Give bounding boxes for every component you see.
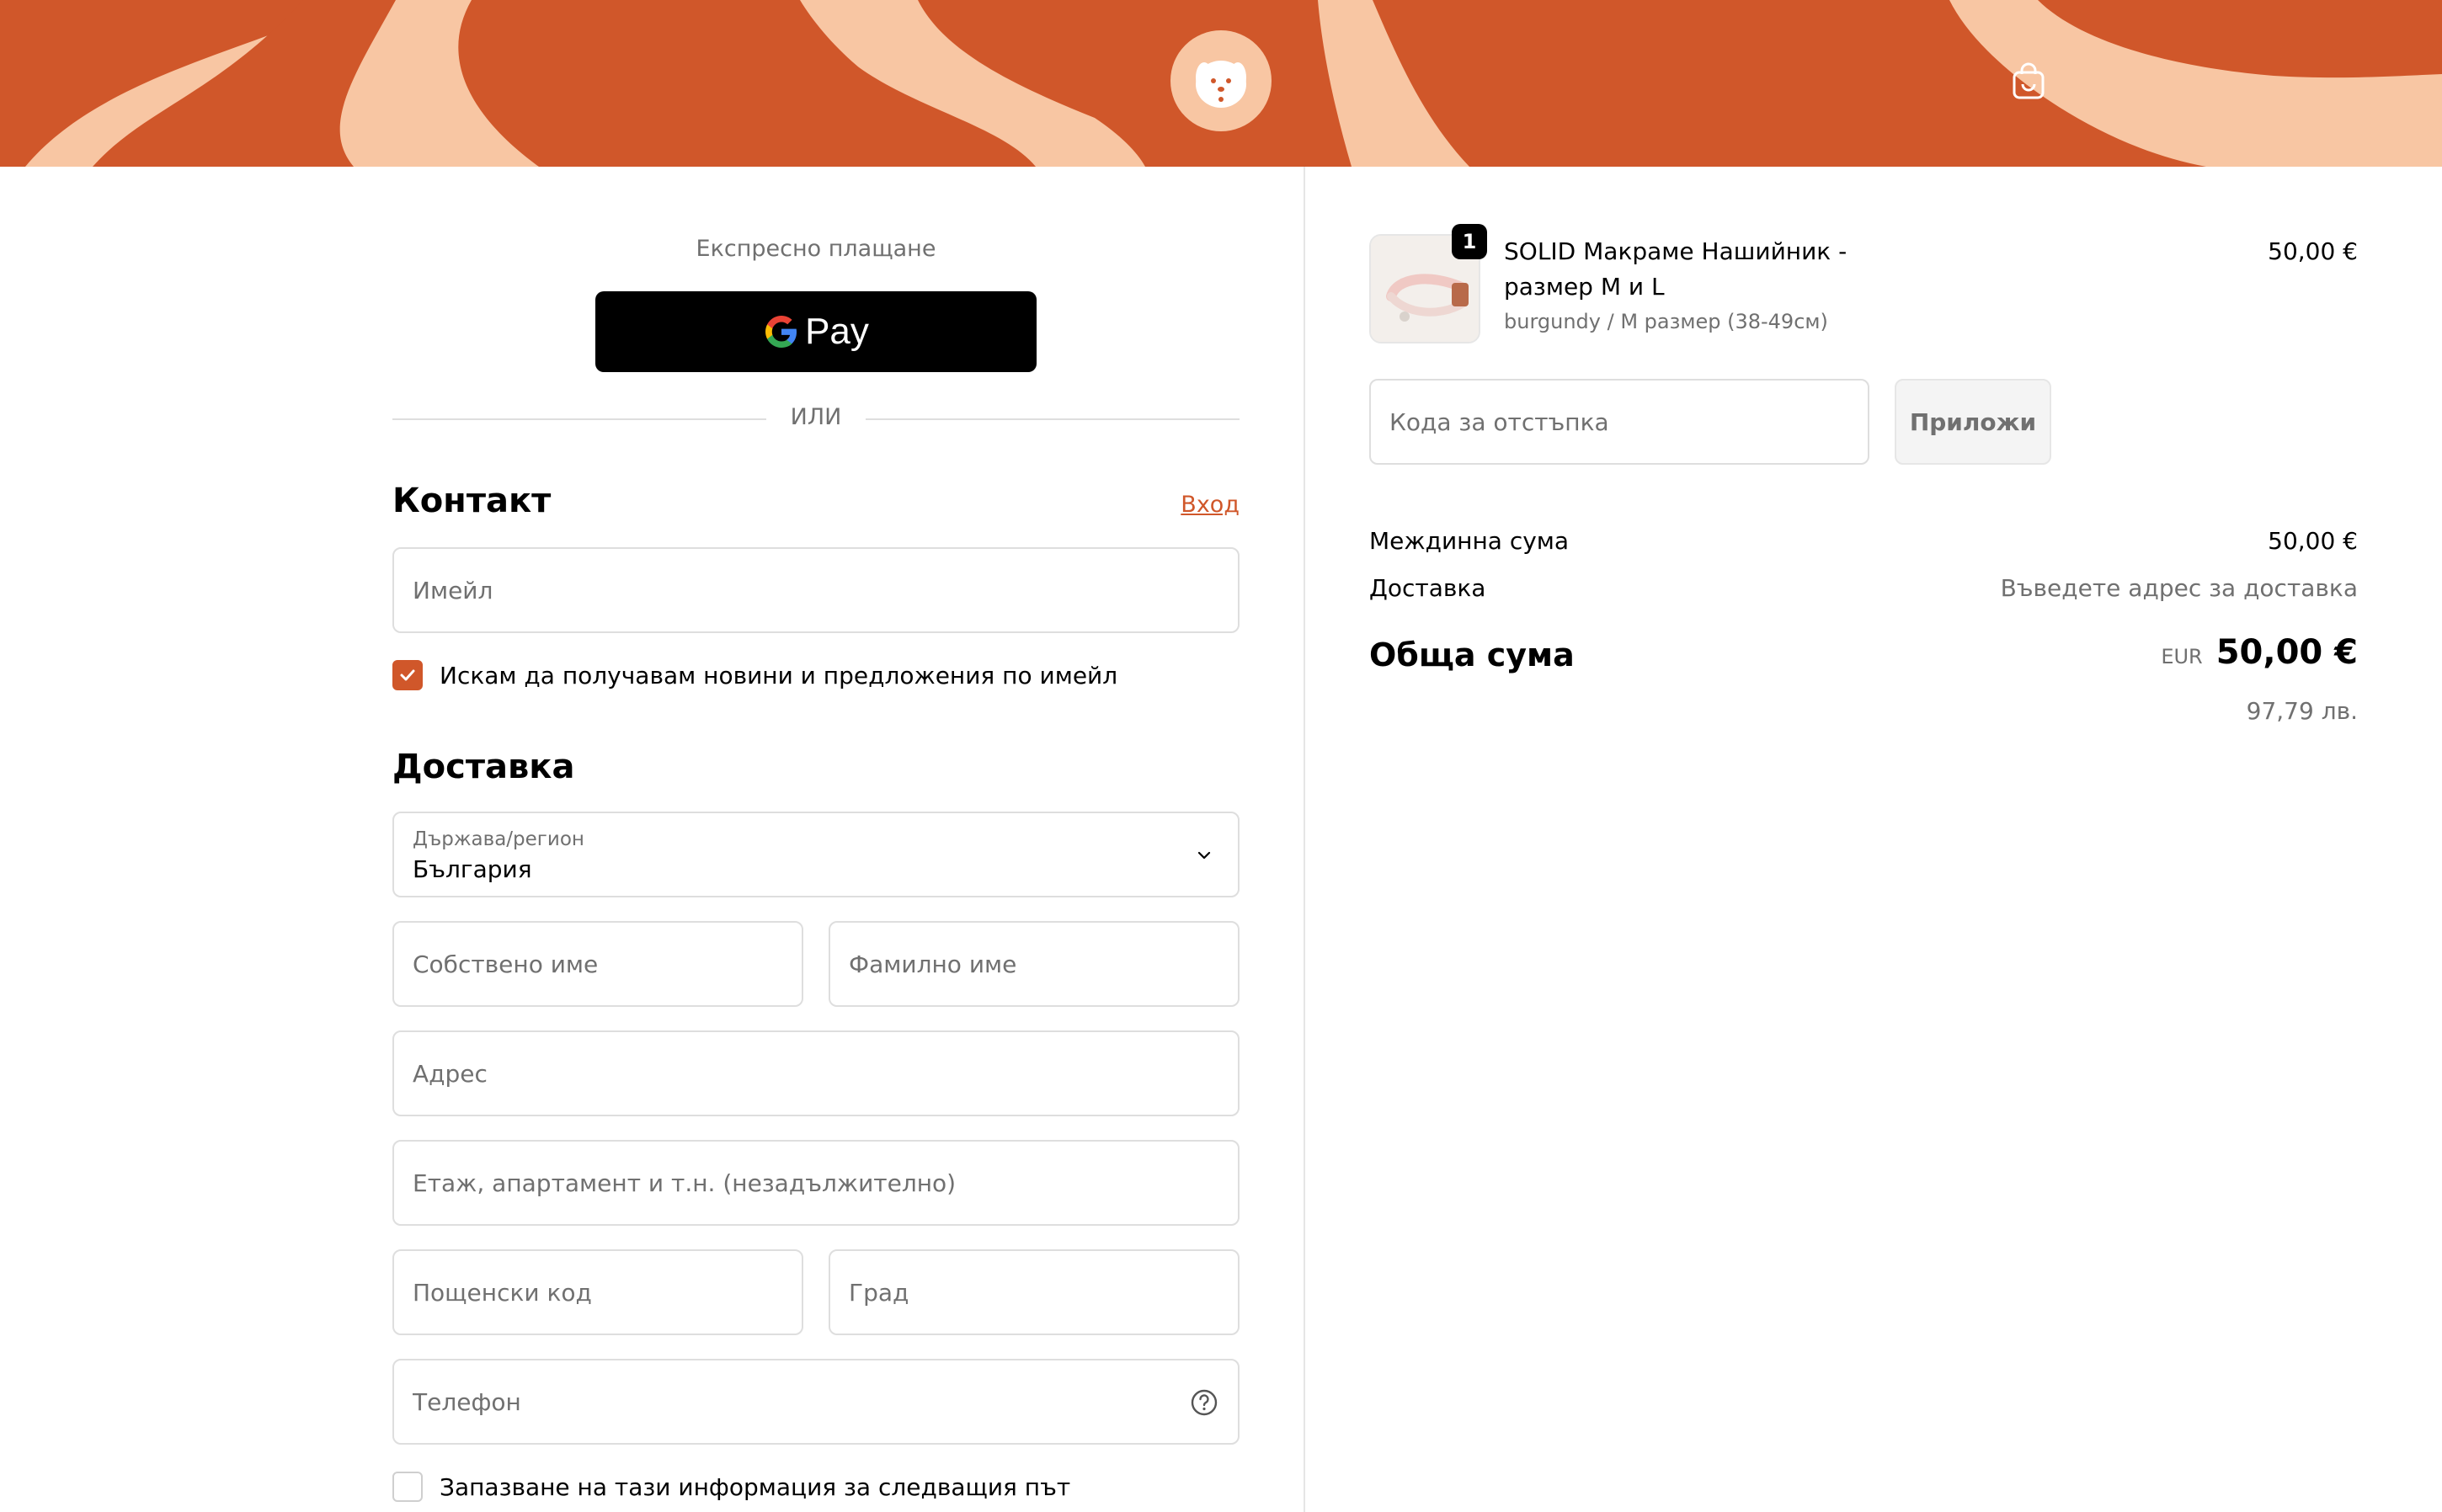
first-name-field[interactable] [392,921,803,1007]
apartment-field[interactable] [392,1140,1240,1226]
address-input[interactable] [413,1032,1219,1115]
total-amount: EUR 50,00 € [2161,633,2358,672]
total-label: Обща сума [1369,636,1575,673]
shipping-value: Въведете адрес за доставка [2000,574,2358,602]
or-label: ИЛИ [790,404,842,430]
express-checkout-label: Експресно плащане [696,236,936,262]
postal-code-field[interactable] [392,1249,803,1335]
product-variant: burgundy / M размер (38-49см) [1504,310,1828,333]
last-name-input[interactable] [849,923,1219,1005]
shopping-bag-icon[interactable] [2011,62,2046,101]
last-name-field[interactable] [829,921,1240,1007]
order-summary: 1 SOLID Макраме Нашийник - размер М и L … [1305,167,2442,1512]
apartment-input[interactable] [413,1142,1219,1224]
save-info-label: Запазване на тази информация за следващи… [440,1472,1071,1501]
address-field[interactable] [392,1030,1240,1116]
question-circle-icon[interactable] [1189,1387,1219,1418]
checkmark-icon [400,669,415,681]
first-name-input[interactable] [413,923,783,1005]
save-info-checkbox[interactable] [392,1472,423,1502]
subtotal-label: Междинна сума [1369,527,1570,555]
country-label: Държава/регион [413,828,584,850]
contact-heading: Контакт [392,482,552,520]
total-value: 50,00 € [2215,633,2358,672]
google-g-icon [765,316,797,348]
login-link[interactable]: Вход [1095,492,1240,518]
city-input[interactable] [849,1251,1219,1334]
country-value: България [413,855,532,883]
product-price: 50,00 € [2268,237,2358,265]
phone-field[interactable] [392,1359,1240,1445]
shipping-label: Доставка [1369,574,1486,602]
discount-code-input[interactable] [1389,381,1849,463]
newsletter-checkbox[interactable] [392,660,423,690]
phone-input[interactable] [413,1360,1170,1443]
currency-code: EUR [2161,645,2203,668]
or-divider: ИЛИ [392,402,1240,436]
apply-discount-button[interactable]: Приложи [1895,379,2051,465]
postal-code-input[interactable] [413,1251,783,1334]
header-banner [0,0,2442,167]
google-pay-button[interactable]: Pay [595,291,1037,372]
product-title: SOLID Макраме Нашийник - размер М и L [1504,237,1847,301]
city-field[interactable] [829,1249,1240,1335]
country-select[interactable]: Държава/регион България [392,812,1240,897]
google-pay-label: Pay [805,311,869,352]
dog-face-logo-icon[interactable] [1170,30,1272,131]
newsletter-label: Искам да получавам новини и предложения … [440,661,1118,689]
newsletter-row: Искам да получавам новини и предложения … [392,658,1117,692]
save-info-row: Запазване на тази информация за следващи… [392,1470,1070,1504]
total-bgn-value: 97,79 лв. [2246,697,2358,725]
chevron-down-icon [1197,851,1211,860]
checkout-form: Експресно плащане Pay ИЛИ Контакт Вход И… [0,167,1304,1512]
subtotal-value: 50,00 € [2268,527,2358,555]
delivery-heading: Доставка [392,748,575,786]
email-field[interactable] [392,547,1240,633]
discount-code-field[interactable] [1369,379,1869,465]
quantity-badge: 1 [1452,224,1487,259]
email-input[interactable] [413,549,1219,631]
